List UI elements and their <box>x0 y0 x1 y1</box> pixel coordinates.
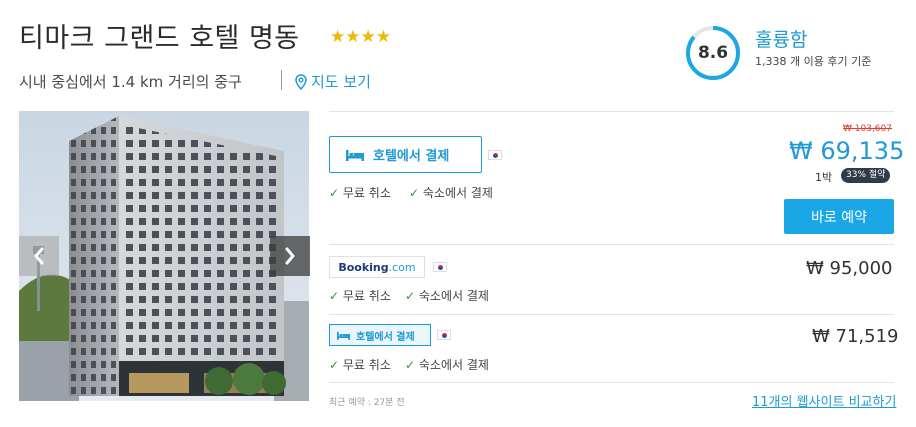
provider-hotel-pay-button[interactable]: 호텔에서 결제 <box>329 136 482 173</box>
provider-label: 호텔에서 결제 <box>373 149 450 164</box>
amenity-free-cancel: ✓ 무료 취소 <box>329 287 391 304</box>
check-icon: ✓ <box>409 186 420 200</box>
compare-sites-link[interactable]: 11개의 웹사이트 비교하기 <box>752 391 896 410</box>
offer-divider <box>329 382 894 383</box>
amenity-pay-at-hotel: ✓ 숙소에서 결제 <box>405 356 489 373</box>
provider-label: 호텔에서 결제 <box>356 331 415 343</box>
hotel-title: 티마크 그랜드 호텔 명동 <box>19 23 300 54</box>
book-now-button[interactable]: 바로 예약 <box>784 199 894 234</box>
photo-prev-button[interactable] <box>19 236 59 276</box>
hotel-photo[interactable] <box>19 111 309 401</box>
check-icon: ✓ <box>329 358 340 372</box>
star-rating: ★★★★ <box>330 27 391 47</box>
review-count[interactable]: 1,338 개 이용 후기 기준 <box>755 53 871 69</box>
map-view-link[interactable]: 지도 보기 <box>294 71 371 92</box>
amenity-label: 숙소에서 결제 <box>422 186 493 200</box>
korea-flag-icon <box>437 330 451 340</box>
location-divider <box>281 70 282 90</box>
map-view-label: 지도 보기 <box>311 73 371 91</box>
offer-price[interactable]: ₩ 69,135 <box>789 137 904 165</box>
photo-next-button[interactable] <box>270 236 310 276</box>
check-icon: ✓ <box>329 289 340 303</box>
amenity-pay-at-hotel: ✓ 숙소에서 결제 <box>405 287 489 304</box>
offer-divider <box>329 111 894 112</box>
booking-suffix: .com <box>388 260 416 274</box>
map-pin-icon <box>295 73 307 90</box>
bed-icon <box>337 331 350 340</box>
provider-hotel-pay-logo[interactable]: 호텔에서 결제 <box>329 324 431 346</box>
amenity-free-cancel: ✓ 무료 취소 <box>329 356 391 373</box>
original-price: ₩ 103,607 <box>843 124 892 134</box>
amenity-free-cancel: ✓ 무료 취소 <box>329 184 391 201</box>
offer-price[interactable]: ₩ 95,000 <box>806 258 893 279</box>
amenity-label: 숙소에서 결제 <box>418 358 489 372</box>
booking-brand: Booking <box>338 260 389 274</box>
rating-score: 8.6 <box>697 43 729 63</box>
recent-booking-note: 최근 예약 : 27분 전 <box>329 398 405 408</box>
amenity-label: 무료 취소 <box>342 186 391 200</box>
amenity-label: 무료 취소 <box>342 358 391 372</box>
offer-divider <box>329 314 894 315</box>
amenity-pay-at-hotel: ✓ 숙소에서 결제 <box>409 184 493 201</box>
chevron-left-icon <box>34 247 44 265</box>
rating-label[interactable]: 훌륭함 <box>755 25 807 52</box>
discount-badge: 33% 절약 <box>841 168 891 183</box>
hotel-location: 시내 중심에서 1.4 km 거리의 중구 <box>19 73 242 91</box>
check-icon: ✓ <box>405 289 416 303</box>
bed-icon <box>346 149 364 161</box>
offer-divider <box>329 244 894 245</box>
offer-price[interactable]: ₩ 71,519 <box>812 326 899 347</box>
check-icon: ✓ <box>329 186 340 200</box>
korea-flag-icon <box>433 262 447 272</box>
hotel-photo-image <box>19 111 309 401</box>
per-night-label: 1박 <box>815 171 833 184</box>
chevron-right-icon <box>285 247 295 265</box>
korea-flag-icon <box>488 150 502 160</box>
check-icon: ✓ <box>405 358 416 372</box>
amenity-label: 무료 취소 <box>342 289 391 303</box>
amenity-label: 숙소에서 결제 <box>418 289 489 303</box>
provider-booking-logo[interactable]: Booking .com <box>329 256 425 278</box>
